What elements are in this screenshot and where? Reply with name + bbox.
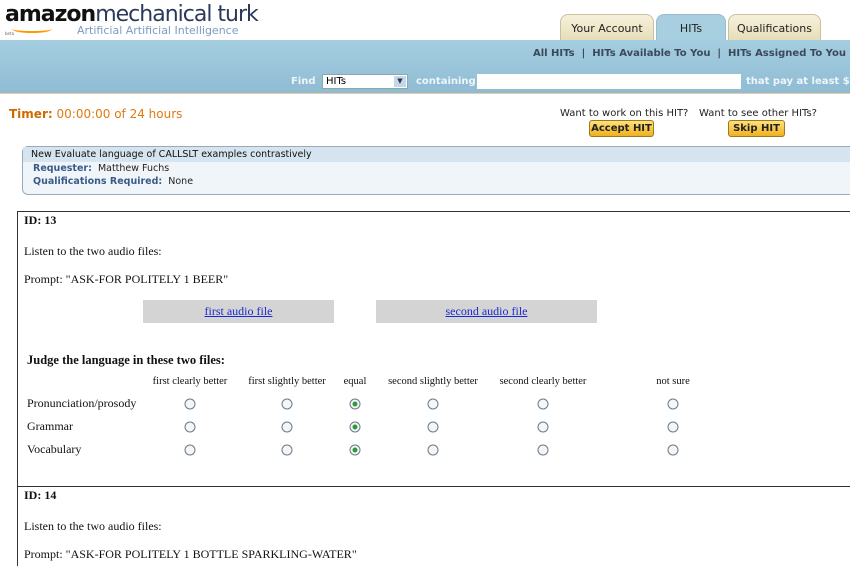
column-header: first clearly better: [152, 376, 228, 387]
rating-radio[interactable]: [427, 421, 439, 433]
hit-info-panel: New Evaluate language of CALLSLT example…: [22, 146, 850, 195]
beta-label: beta: [5, 31, 15, 36]
column-header: equal: [343, 376, 367, 387]
timer-value: 00:00:00 of 24 hours: [56, 107, 183, 121]
column-header: second clearly better: [499, 376, 587, 387]
rating-radio[interactable]: [184, 398, 196, 410]
hits-available-link[interactable]: HITs Available To You: [592, 48, 710, 59]
timer: Timer: 00:00:00 of 24 hours: [9, 107, 182, 121]
pay-label: that pay at least $: [746, 76, 850, 87]
chevron-down-icon: ▼: [394, 76, 406, 87]
row-label: Vocabulary: [27, 442, 82, 456]
accept-question: Want to work on this HIT?: [560, 108, 689, 119]
rating-radio[interactable]: [281, 398, 293, 410]
rating-radio[interactable]: [184, 421, 196, 433]
all-hits-link[interactable]: All HITs: [533, 48, 575, 59]
find-label: Find: [291, 76, 316, 87]
row-label: Grammar: [27, 419, 73, 433]
first-audio-cell: first audio file: [143, 300, 334, 323]
accept-hit-button[interactable]: Accept HIT: [589, 120, 654, 137]
skip-hit-button[interactable]: Skip HIT: [728, 120, 785, 137]
hits-assigned-link[interactable]: HITs Assigned To You: [728, 48, 846, 59]
item-id: ID: 13: [24, 213, 57, 227]
rating-radio[interactable]: [184, 444, 196, 456]
select-value: HITs: [326, 76, 347, 87]
rating-radio[interactable]: [349, 421, 361, 433]
qualifications-row: Qualifications Required: None: [23, 175, 850, 188]
column-header: not sure: [656, 376, 690, 387]
qualifications-label: Qualifications Required:: [33, 176, 163, 187]
search-input[interactable]: [477, 74, 741, 89]
row-label: Pronunciation/prosody: [27, 396, 137, 410]
item-instruction: Listen to the two audio files:: [24, 244, 162, 258]
item-prompt: Prompt: "ASK-FOR POLITELY 1 BOTTLE SPARK…: [24, 547, 357, 561]
rating-radio[interactable]: [349, 398, 361, 410]
item-prompt: Prompt: "ASK-FOR POLITELY 1 BEER": [24, 272, 229, 286]
rating-radio[interactable]: [667, 421, 679, 433]
tab-hits[interactable]: HITs: [656, 14, 726, 41]
tab-your-account[interactable]: Your Account: [560, 14, 654, 41]
rating-radio[interactable]: [281, 421, 293, 433]
rating-radio[interactable]: [427, 398, 439, 410]
requester-label: Requester:: [33, 163, 92, 174]
column-header: second slightly better: [388, 376, 478, 387]
search-type-select[interactable]: HITs ▼: [322, 74, 408, 89]
tab-qualifications[interactable]: Qualifications: [728, 14, 821, 41]
timer-label: Timer:: [9, 107, 53, 121]
rating-radio[interactable]: [349, 444, 361, 456]
rating-radio[interactable]: [427, 444, 439, 456]
second-audio-cell: second audio file: [376, 300, 597, 323]
item-instruction: Listen to the two audio files:: [24, 519, 162, 533]
amazon-smile-icon: [12, 25, 52, 33]
hit-links: All HITs | HITs Available To You | HITs …: [532, 48, 846, 59]
qualifications-value: None: [168, 176, 194, 187]
first-audio-link[interactable]: first audio file: [205, 304, 273, 318]
item-id: ID: 14: [24, 488, 57, 502]
rating-radio[interactable]: [667, 398, 679, 410]
rating-radio[interactable]: [281, 444, 293, 456]
requester-row: Requester: Matthew Fuchs: [23, 162, 850, 175]
skip-question: Want to see other HITs?: [699, 108, 817, 119]
requester-name: Matthew Fuchs: [97, 163, 170, 174]
judge-heading: Judge the language in these two files:: [27, 353, 225, 367]
hit-title: New Evaluate language of CALLSLT example…: [23, 147, 850, 162]
rating-radio[interactable]: [667, 444, 679, 456]
rating-radio[interactable]: [537, 421, 549, 433]
rating-radio[interactable]: [537, 398, 549, 410]
rating-radio[interactable]: [537, 444, 549, 456]
column-header: first slightly better: [248, 376, 326, 387]
logo-tagline: Artificial Artificial Intelligence: [77, 24, 239, 37]
containing-label: containing: [416, 76, 476, 87]
second-audio-link[interactable]: second audio file: [446, 304, 528, 318]
